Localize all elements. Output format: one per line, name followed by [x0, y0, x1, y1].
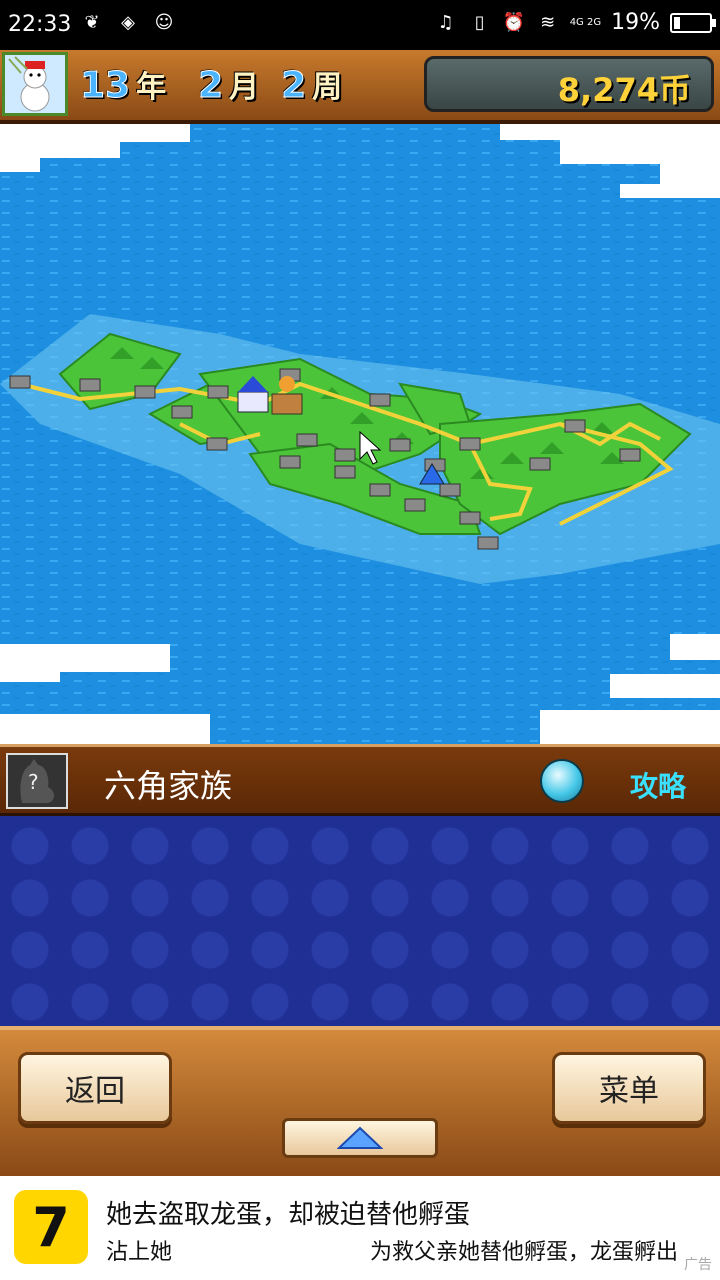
- battery-fill: [674, 16, 680, 29]
- ad-title[interactable]: 她去盗取龙蛋，却被迫替他孵蛋: [106, 1194, 470, 1231]
- expand-up-button[interactable]: [282, 1118, 438, 1158]
- ad-app-logo[interactable]: 7: [14, 1190, 88, 1264]
- shield-notification-icon: ◈: [121, 11, 135, 33]
- world-map[interactable]: [0, 124, 720, 744]
- mystery-cat-icon: ?: [6, 753, 68, 809]
- alarm-icon: ⏰: [502, 12, 525, 33]
- leaf-notification-icon: ❦: [84, 11, 100, 33]
- battery-icon: [670, 12, 716, 33]
- family-name: 六角家族: [104, 767, 233, 805]
- svg-text:?: ?: [28, 770, 39, 794]
- ghost-notification-icon: ☺: [154, 11, 174, 33]
- bottom-controls: 返回 菜单: [0, 1026, 720, 1176]
- vibrate-icon: ▯: [474, 12, 485, 33]
- avatar[interactable]: [2, 52, 68, 116]
- game-header: 13 年 2 月 2 周 8,274币: [0, 50, 720, 124]
- month-unit: 月: [229, 70, 260, 105]
- status-time: 22:33: [8, 12, 72, 37]
- hex-pattern-panel: [0, 816, 720, 1026]
- guide-gem-icon[interactable]: [540, 759, 584, 803]
- guide-link[interactable]: 攻略: [630, 765, 686, 805]
- network-type: 4G 2G: [569, 16, 602, 28]
- status-bar: 22:33 ❦ ◈ ☺ ♫ ▯ ⏰ ≋ 4G 2G 19%: [0, 0, 720, 50]
- year-value: 13: [79, 65, 131, 107]
- ad-subtext-left: 沾上她: [106, 1240, 173, 1265]
- ad-banner[interactable]: 7 她去盗取龙蛋，却被迫替他孵蛋 沾上她 为救父亲她替他孵蛋，龙蛋孵出 广告: [0, 1176, 720, 1280]
- game-date: 13 年 2 月 2 周: [79, 62, 343, 107]
- battery-percent: 19%: [611, 10, 660, 35]
- coin-box: 8,274币: [424, 56, 714, 112]
- week-value: 2: [281, 65, 307, 107]
- week-unit: 周: [312, 70, 343, 105]
- up-arrow-icon: [337, 1126, 383, 1149]
- menu-button[interactable]: 菜单: [552, 1052, 706, 1124]
- month-value: 2: [198, 65, 224, 107]
- family-info-bar: ? 六角家族 攻略: [0, 744, 720, 816]
- back-button[interactable]: 返回: [18, 1052, 172, 1124]
- ad-tag: 广告: [684, 1257, 712, 1273]
- coin-count: 8,274币: [557, 71, 691, 109]
- headphones-icon: ♫: [437, 12, 454, 33]
- year-unit: 年: [136, 70, 167, 105]
- wifi-icon: ≋: [540, 12, 556, 33]
- ad-subtext-right: 为救父亲她替他孵蛋，龙蛋孵出: [370, 1240, 679, 1265]
